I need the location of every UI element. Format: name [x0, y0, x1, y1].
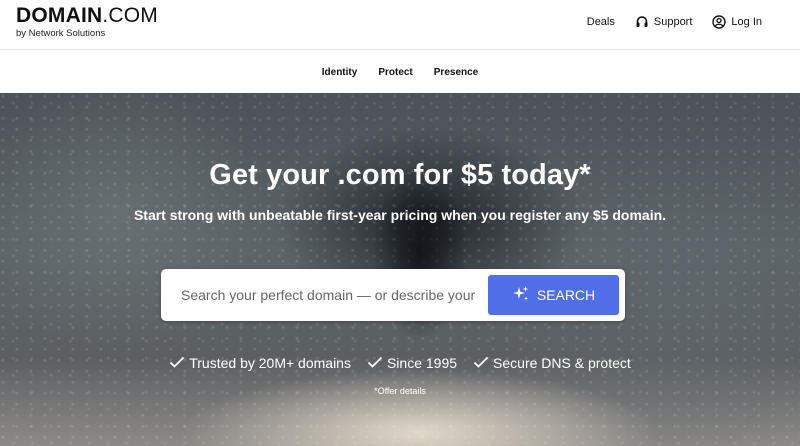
trust-item: Secure DNS & protect: [473, 355, 631, 371]
logo-subtitle: by Network Solutions: [16, 28, 106, 39]
trust-item-label: Since 1995: [386, 355, 458, 371]
trust-item-label: Trusted by 20M+ domains: [189, 355, 351, 371]
secondary-nav: Identity Protect Presence: [0, 51, 800, 93]
search-button-label: SEARCH: [536, 287, 596, 303]
checkmark-icon: [169, 355, 185, 371]
logo-suffix-text: .COM: [102, 4, 158, 27]
checkmark-icon: [367, 355, 383, 371]
sparkle-icon: [512, 285, 530, 306]
search-button[interactable]: SEARCH: [488, 275, 619, 315]
nav-presence[interactable]: Presence: [434, 67, 478, 78]
domain-search-input[interactable]: [181, 279, 479, 311]
nav-identity[interactable]: Identity: [322, 67, 358, 78]
checkmark-icon: [473, 355, 489, 371]
brand-logo[interactable]: DOMAIN.COM by Network Solutions: [16, 5, 158, 40]
trust-item: Trusted by 20M+ domains: [169, 355, 351, 371]
support-label: Support: [653, 16, 693, 28]
surfer-figure: [330, 103, 510, 383]
support-link[interactable]: Support: [635, 15, 693, 29]
offer-details-link[interactable]: *Offer details: [0, 386, 800, 396]
login-link[interactable]: Log In: [712, 15, 762, 29]
hero-subtitle: Start strong with unbeatable first-year …: [133, 207, 667, 223]
nav-protect[interactable]: Protect: [378, 67, 412, 78]
user-circle-icon: [712, 15, 727, 29]
trust-item-label: Secure DNS & protect: [493, 355, 631, 371]
deals-label: Deals: [586, 16, 615, 28]
login-label: Log In: [731, 16, 762, 28]
trust-badges: Trusted by 20M+ domains Since 1995 Secur…: [0, 355, 800, 371]
hero-title: Get your .com for $5 today*: [209, 159, 591, 191]
logo-main-text: DOMAIN: [16, 4, 103, 27]
logo-wordmark: DOMAIN.COM: [16, 5, 158, 27]
domain-search-box: SEARCH: [161, 269, 625, 321]
hero-banner: Get your .com for $5 today* Start strong…: [0, 93, 800, 446]
top-nav: Deals Support Log In: [587, 15, 762, 29]
top-header: DOMAIN.COM by Network Solutions Deals Su…: [0, 0, 800, 50]
headset-icon: [635, 15, 649, 29]
trust-item: Since 1995: [367, 355, 457, 371]
deals-link[interactable]: Deals: [587, 16, 615, 28]
